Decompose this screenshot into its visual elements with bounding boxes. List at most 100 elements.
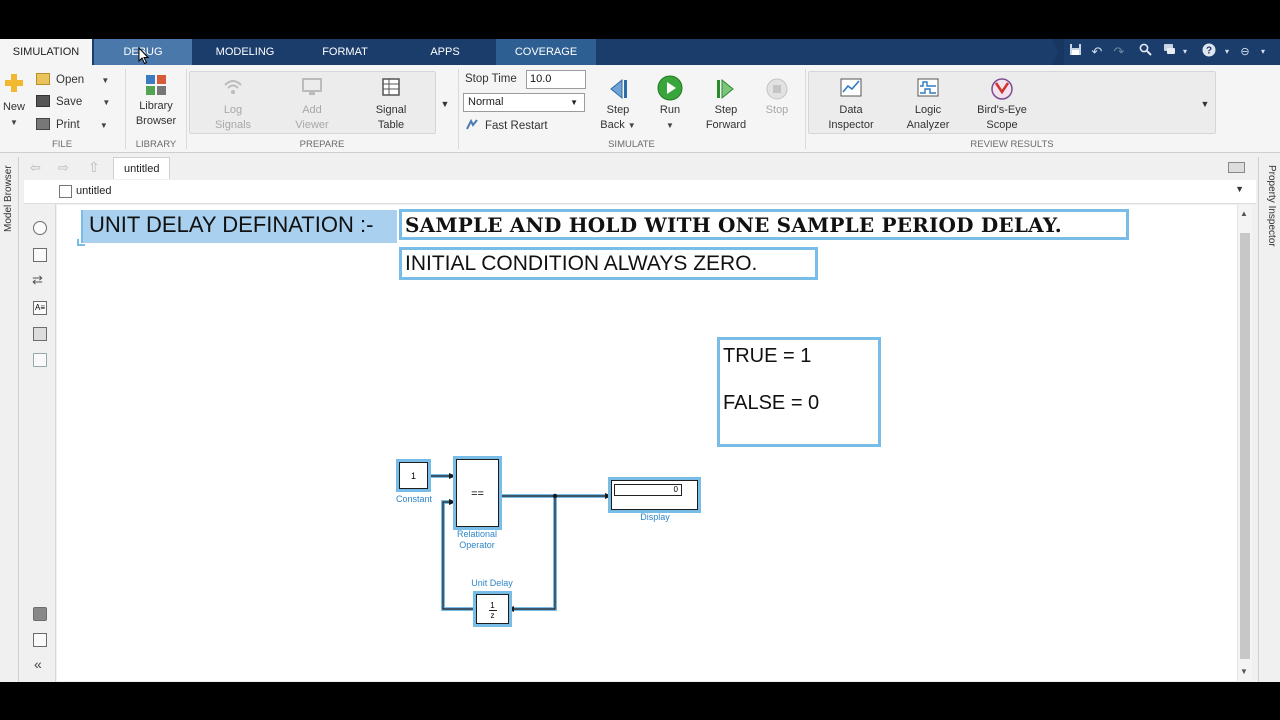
prepare-expand-icon[interactable]: ▼ — [439, 97, 451, 112]
zoom-icon[interactable] — [33, 221, 47, 235]
annotation-icon[interactable]: A≡ — [33, 301, 47, 315]
undo-icon[interactable]: ↶ — [1088, 43, 1106, 61]
simulink-window: SIMULATION DEBUG MODELING FORMAT APPS CO… — [0, 39, 1280, 682]
up-arrow-icon[interactable]: ⇧ — [88, 159, 100, 176]
run-play-icon — [657, 75, 683, 101]
display-value: 0 — [614, 484, 682, 496]
birds-eye-line1: Bird's-Eye — [977, 104, 1027, 116]
separator — [805, 69, 806, 149]
relational-label-line1: Relational — [456, 529, 498, 539]
save-button[interactable]: Save ▼ — [36, 93, 110, 111]
stop-time-field[interactable]: 10.0 — [526, 70, 586, 89]
run-menu-icon[interactable]: ▼ — [650, 118, 690, 133]
redo-icon[interactable]: ↷ — [1110, 43, 1128, 61]
open-button[interactable]: Open ▼ — [36, 71, 109, 89]
data-inspector-button[interactable]: Data Inspector — [822, 77, 880, 133]
step-back-button[interactable]: Step Back ▼ — [596, 77, 640, 133]
constant-label: Constant — [395, 494, 433, 504]
image-icon[interactable] — [33, 327, 47, 341]
fast-restart-toggle[interactable]: Fast Restart — [465, 117, 548, 135]
step-forward-button[interactable]: Step Forward — [700, 77, 752, 133]
logic-analyzer-icon — [916, 77, 940, 101]
ribbon: New ▼ Open ▼ Save ▼ Print ▼ FILE Library — [0, 65, 1280, 153]
keyboard-icon[interactable] — [1228, 162, 1245, 173]
simulation-mode-value: Normal — [468, 96, 504, 108]
save-quick-icon[interactable] — [1066, 43, 1084, 61]
model-browser-tab[interactable]: Model Browser — [3, 165, 14, 232]
constant-block[interactable]: 1 — [396, 459, 431, 492]
area-icon[interactable] — [33, 353, 47, 367]
relational-label-line2: Operator — [459, 540, 495, 550]
canvas-tool-palette: ⇄ A≡ « — [24, 180, 56, 682]
arrows-icon[interactable]: ⇄ — [32, 272, 43, 288]
scroll-up-icon[interactable]: ▲ — [1240, 209, 1248, 218]
save-menu-icon[interactable]: ▼ — [102, 98, 110, 107]
collapse-icon[interactable]: « — [34, 656, 42, 672]
library-browser-line2: Browser — [135, 115, 177, 127]
display-label: Display — [640, 512, 670, 522]
back-arrow-icon[interactable]: ⇦ — [30, 160, 41, 176]
signal-lines — [429, 473, 612, 612]
unit-delay-numerator: 1 — [490, 601, 495, 610]
help-menu-icon[interactable]: ▾ — [1218, 43, 1236, 61]
print-menu-icon[interactable]: ▼ — [100, 121, 108, 130]
signal-table-button[interactable]: Signal Table — [365, 77, 417, 133]
ribbon-options-icon[interactable]: ▾ — [1254, 43, 1272, 61]
model-browser-strip[interactable]: Model Browser — [0, 157, 19, 682]
birds-eye-scope-button[interactable]: Bird's-Eye Scope — [970, 77, 1034, 133]
data-inspector-icon — [839, 77, 863, 101]
search-quick-icon[interactable] — [1136, 43, 1154, 61]
save-label: Save — [56, 96, 83, 108]
print-button[interactable]: Print ▼ — [36, 116, 108, 134]
new-button[interactable]: New ▼ — [2, 73, 26, 130]
model-tab-untitled[interactable]: untitled — [113, 157, 171, 179]
tab-modeling[interactable]: MODELING — [196, 39, 294, 65]
tab-apps[interactable]: APPS — [396, 39, 494, 65]
birds-eye-line2: Scope — [986, 119, 1018, 131]
step-forward-line2: Forward — [705, 119, 747, 131]
property-icon[interactable] — [33, 633, 47, 647]
community-menu-icon[interactable]: ▾ — [1176, 43, 1194, 61]
tab-coverage[interactable]: COVERAGE — [496, 39, 596, 65]
log-signals-button[interactable]: Log Signals — [205, 77, 261, 133]
relational-operator-block[interactable]: == — [453, 456, 502, 530]
unit-delay-denominator: z — [490, 611, 495, 620]
display-block[interactable]: 0 — [608, 477, 701, 513]
mouse-cursor-icon — [138, 47, 150, 65]
stop-button[interactable]: Stop — [760, 77, 794, 118]
screenshot-camera-icon[interactable] — [33, 607, 47, 621]
review-expand-icon[interactable]: ▼ — [1199, 97, 1211, 112]
forward-arrow-icon[interactable]: ⇨ — [58, 160, 69, 176]
stop-icon — [765, 77, 789, 101]
open-menu-icon[interactable]: ▼ — [101, 76, 109, 85]
library-browser-button[interactable]: Library Browser — [130, 73, 182, 129]
tab-simulation[interactable]: SIMULATION — [0, 39, 92, 65]
help-icon[interactable]: ? — [1200, 43, 1218, 61]
minimize-ribbon-icon[interactable]: ⊖ — [1236, 43, 1254, 61]
svg-text:?: ? — [1206, 46, 1212, 57]
open-label: Open — [56, 74, 85, 86]
scroll-down-icon[interactable]: ▼ — [1240, 667, 1248, 676]
vertical-scrollbar[interactable]: ▲ ▼ — [1237, 205, 1252, 681]
property-inspector-strip[interactable]: Property Inspector — [1258, 157, 1280, 682]
fast-restart-icon — [465, 118, 479, 131]
unit-delay-block[interactable]: 1 z — [473, 591, 512, 627]
simulation-mode-dropdown[interactable]: Normal ▼ — [463, 93, 585, 112]
logic-analyzer-button[interactable]: Logic Analyzer — [900, 77, 956, 133]
fast-restart-label: Fast Restart — [485, 120, 548, 132]
add-viewer-button[interactable]: Add Viewer — [287, 77, 337, 133]
property-inspector-tab[interactable]: Property Inspector — [1266, 165, 1277, 247]
fit-to-view-icon[interactable] — [33, 248, 47, 262]
unit-delay-fraction: 1 z — [476, 594, 509, 624]
address-path[interactable]: untitled — [76, 185, 111, 197]
new-menu-icon[interactable]: ▼ — [2, 115, 26, 130]
model-canvas[interactable]: UNIT DELAY DEFINATION :- SAMPLE AND HOLD… — [57, 205, 1237, 681]
tab-format[interactable]: FORMAT — [296, 39, 394, 65]
address-dropdown-icon[interactable]: ▼ — [1235, 184, 1244, 194]
constant-value: 1 — [399, 462, 428, 489]
scroll-thumb[interactable] — [1240, 233, 1250, 659]
add-viewer-line1: Add — [302, 104, 322, 116]
new-label: New — [2, 101, 25, 113]
prepare-section-label: PREPARE — [299, 139, 345, 150]
run-button[interactable]: Run ▼ — [650, 75, 690, 133]
